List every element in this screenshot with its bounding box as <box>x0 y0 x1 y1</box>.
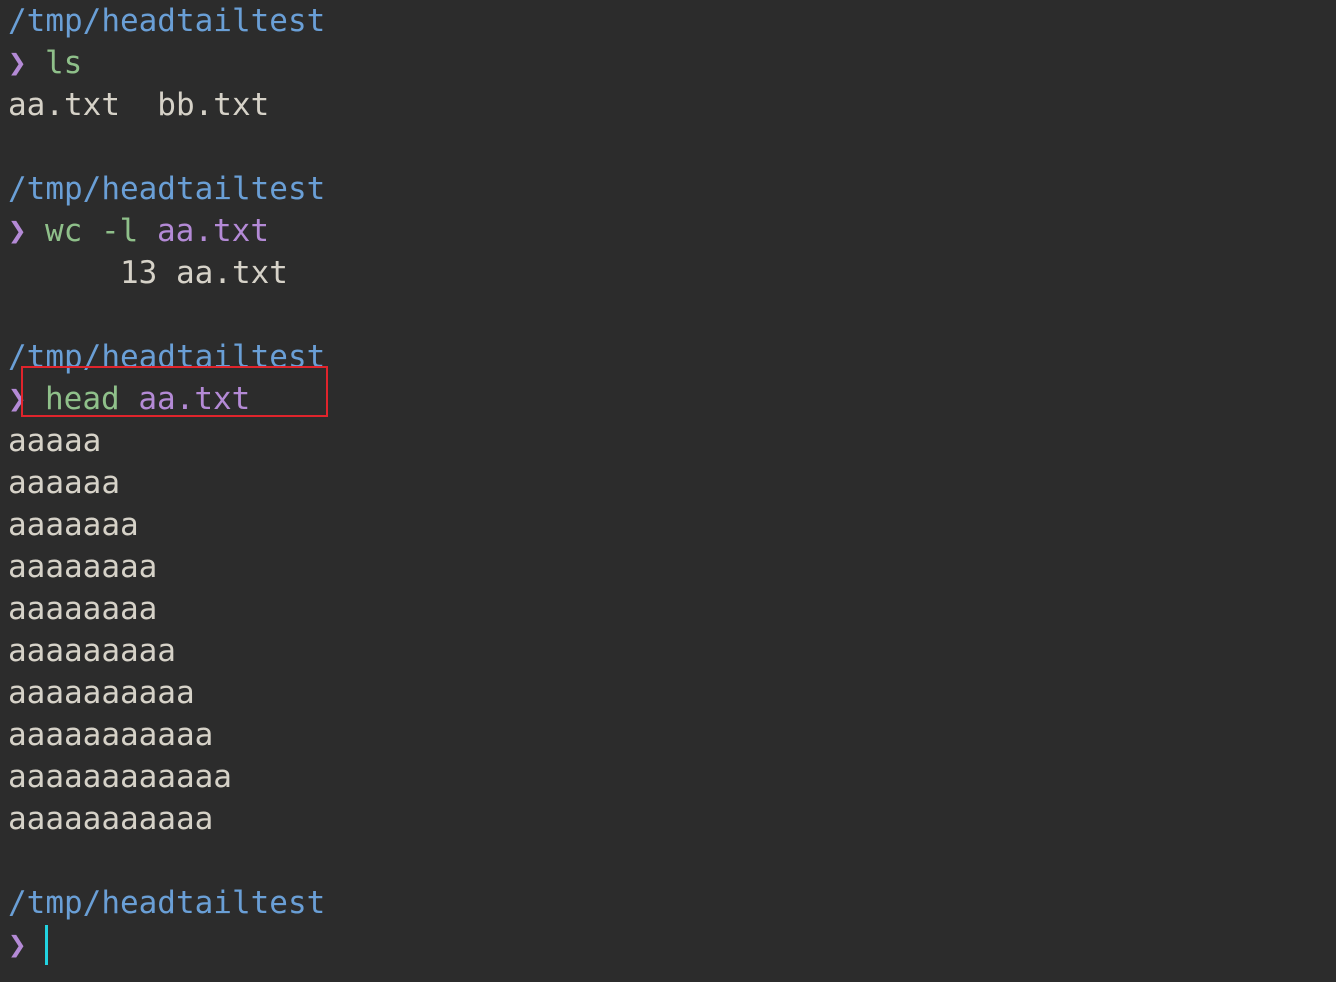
prompt-chevron-icon: ❯ <box>8 45 27 81</box>
command-line: ❯ wc -l aa.txt <box>8 210 1336 252</box>
highlight-annotation-box <box>21 366 328 417</box>
prompt-chevron-icon: ❯ <box>8 213 27 249</box>
output-line: aaaaaaaaaaa <box>8 798 1336 840</box>
prompt-chevron-icon: ❯ <box>8 927 27 963</box>
output-line: aaaaa <box>8 420 1336 462</box>
terminal-window[interactable]: /tmp/headtailtest ❯ ls aa.txt bb.txt /tmp… <box>0 0 1336 982</box>
output-text: aaaaaaaaaaaa <box>8 759 232 795</box>
output-text: aa.txt bb.txt <box>8 87 270 123</box>
output-text: aaaaaaaaaaa <box>8 717 214 753</box>
prompt-path-line: /tmp/headtailtest <box>8 882 1336 924</box>
cwd-path: /tmp/headtailtest <box>8 171 326 207</box>
command-argument: aa.txt <box>157 213 269 249</box>
output-line: aaaaaaaaaaaa <box>8 756 1336 798</box>
command-text: wc -l <box>45 213 139 249</box>
prompt-path-line: /tmp/headtailtest <box>8 168 1336 210</box>
output-text: aaaaaaa <box>8 507 139 543</box>
output-line: aaaaaaaa <box>8 546 1336 588</box>
cwd-path: /tmp/headtailtest <box>8 885 326 921</box>
output-text: aaaaaaaaa <box>8 633 176 669</box>
cwd-path: /tmp/headtailtest <box>8 3 326 39</box>
text-cursor[interactable] <box>45 925 48 965</box>
output-line: aaaaaaaaaa <box>8 672 1336 714</box>
command-text: ls <box>45 45 83 81</box>
output-line: aaaaaaa <box>8 504 1336 546</box>
output-text: aaaaa <box>8 423 102 459</box>
output-text: aaaaaaaa <box>8 591 158 627</box>
output-line: aaaaaaaaa <box>8 630 1336 672</box>
output-text: aaaaaa <box>8 465 120 501</box>
output-line: aaaaaaaaaaa <box>8 714 1336 756</box>
output-line: 13 aa.txt <box>8 252 1336 294</box>
output-text: 13 aa.txt <box>8 255 288 291</box>
output-text: aaaaaaaaaa <box>8 675 195 711</box>
input-line[interactable]: ❯ <box>8 924 1336 966</box>
command-line: ❯ ls <box>8 42 1336 84</box>
output-line: aa.txt bb.txt <box>8 84 1336 126</box>
output-line: aaaaaaaa <box>8 588 1336 630</box>
output-text: aaaaaaaaaaa <box>8 801 214 837</box>
output-line: aaaaaa <box>8 462 1336 504</box>
output-text: aaaaaaaa <box>8 549 158 585</box>
prompt-path-line: /tmp/headtailtest <box>8 0 1336 42</box>
